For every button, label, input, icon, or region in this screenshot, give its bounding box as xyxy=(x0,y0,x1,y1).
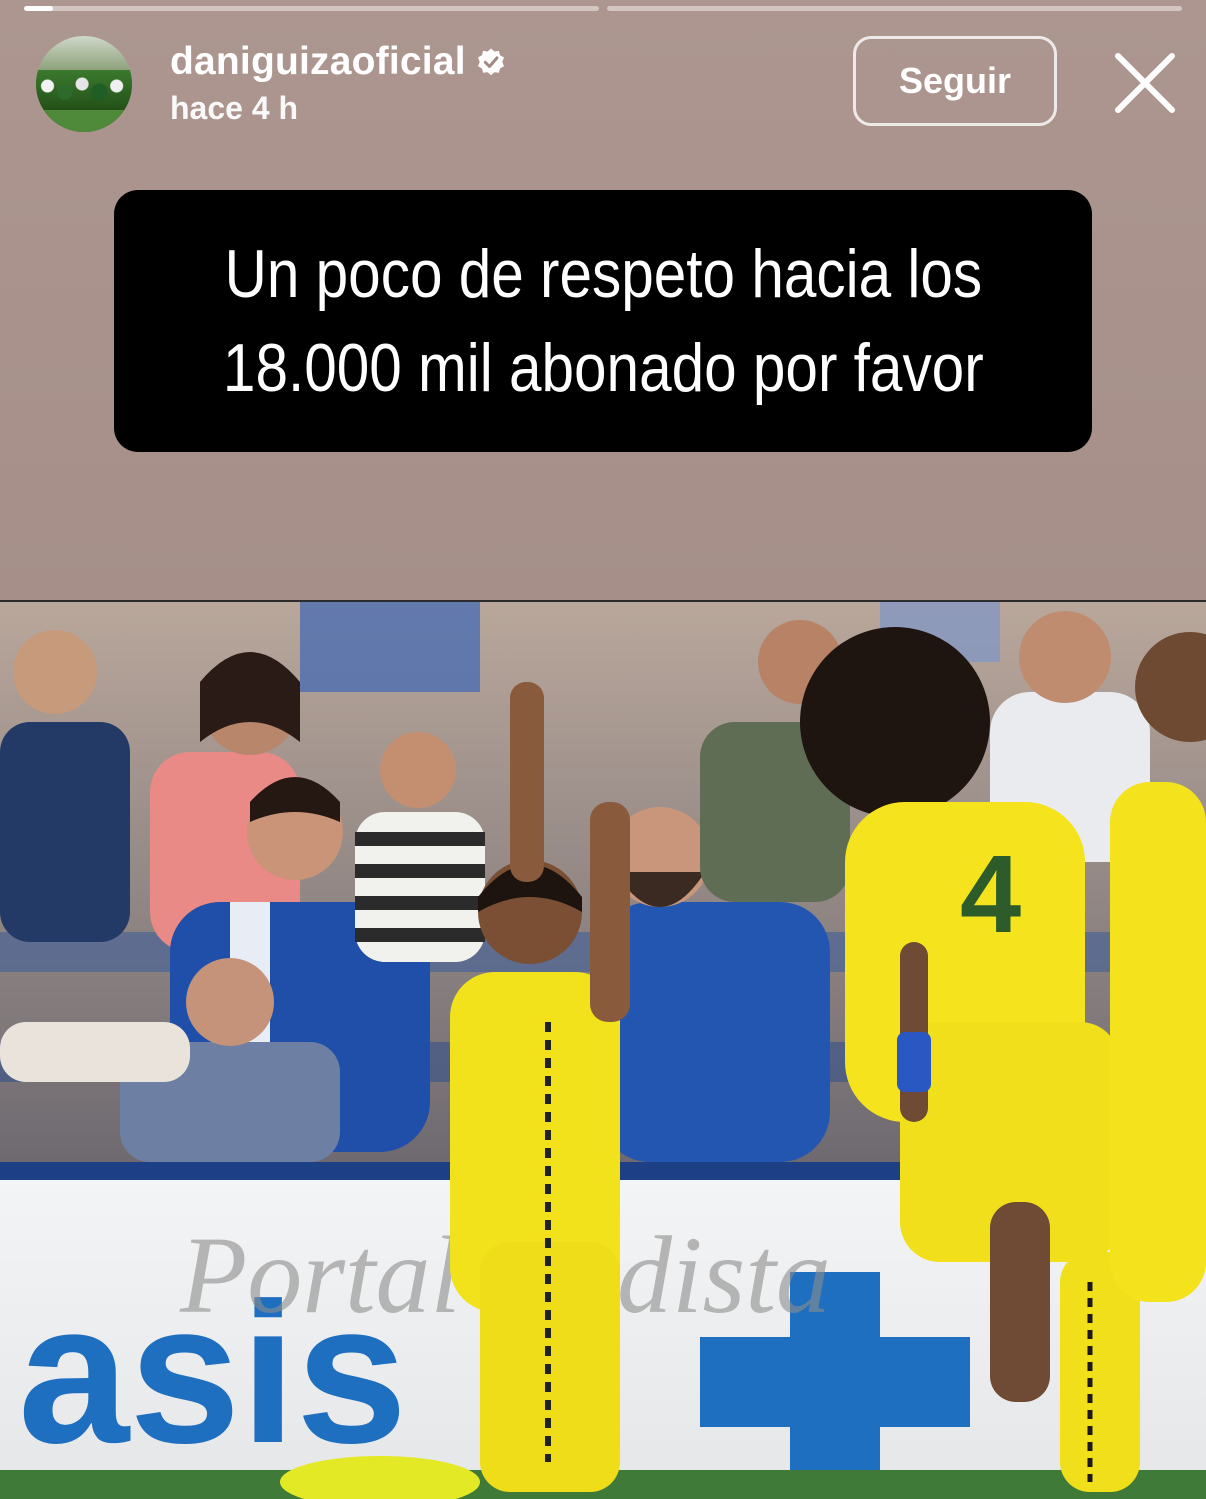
close-icon[interactable] xyxy=(1112,50,1178,116)
third-player xyxy=(1110,782,1206,1302)
football-photo: asis Portal Cadista 4 xyxy=(0,602,1206,1499)
progress-segment-2 xyxy=(607,6,1182,11)
avatar-image xyxy=(36,70,132,110)
story-caption: Un poco de respeto hacia los 18.000 mil … xyxy=(114,190,1092,452)
story-viewer[interactable]: daniguizaoficial hace 4 h Seguir Un poco… xyxy=(0,0,1206,1499)
username[interactable]: daniguizaoficial xyxy=(170,40,466,84)
caption-line-1: Un poco de respeto hacia los xyxy=(224,236,982,312)
progress-fill-1 xyxy=(24,6,53,11)
avatar-grass xyxy=(36,110,132,132)
post-time: hace 4 h xyxy=(170,90,299,126)
verified-badge-icon xyxy=(477,48,504,76)
progress-segment-1 xyxy=(24,6,599,11)
story-progress-bar xyxy=(24,6,1182,11)
caption-line-2: 18.000 mil abonado por favor xyxy=(222,330,984,406)
story-photo: asis Portal Cadista 4 xyxy=(0,600,1206,1499)
avatar[interactable] xyxy=(36,36,132,132)
player-number: 4 xyxy=(960,833,1021,956)
username-row: daniguizaoficial xyxy=(170,40,506,84)
story-header: daniguizaoficial hace 4 h Seguir xyxy=(36,36,1182,136)
follow-button[interactable]: Seguir xyxy=(853,36,1057,126)
